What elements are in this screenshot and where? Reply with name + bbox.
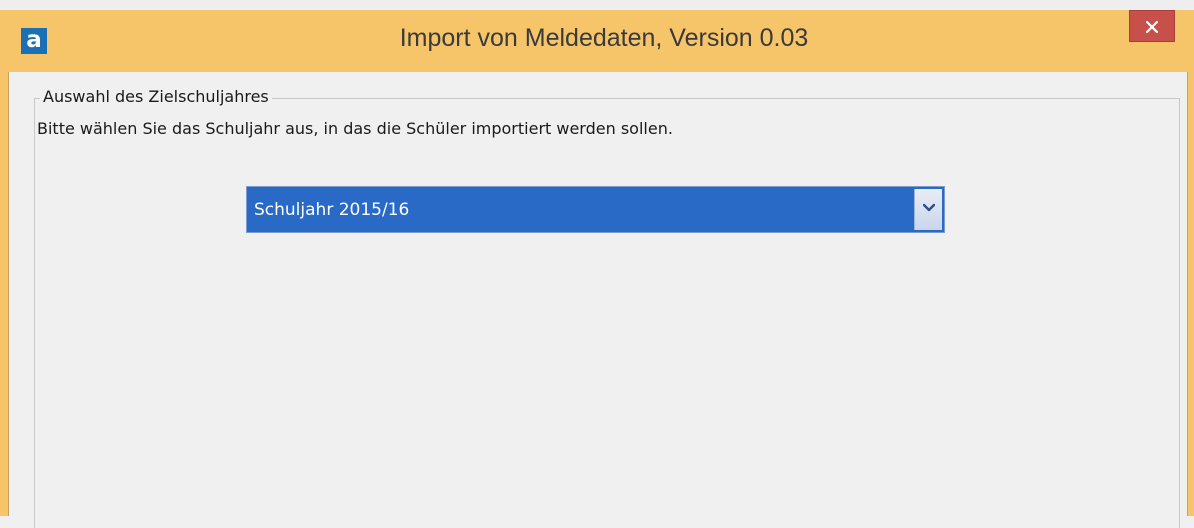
title-bar[interactable]: a Import von Meldedaten, Version 0.03 [0, 10, 1194, 72]
window-frame-left [0, 72, 8, 516]
import-dialog-window: a Import von Meldedaten, Version 0.03 Au… [0, 0, 1194, 528]
groupbox-legend: Auswahl des Zielschuljahres [40, 87, 272, 106]
window-title: Import von Meldedaten, Version 0.03 [399, 24, 809, 52]
dropdown-button[interactable] [914, 189, 942, 230]
instruction-text: Bitte wählen Sie das Schuljahr aus, in d… [37, 119, 673, 138]
target-year-groupbox [34, 98, 1180, 528]
chevron-down-icon [922, 203, 935, 212]
dialog-client-area: Auswahl des Zielschuljahres Bitte wählen… [8, 72, 1188, 528]
close-button[interactable] [1129, 10, 1175, 42]
school-year-selected-value: Schuljahr 2015/16 [254, 200, 410, 220]
close-icon [1145, 20, 1159, 34]
school-year-select[interactable]: Schuljahr 2015/16 [246, 186, 945, 233]
